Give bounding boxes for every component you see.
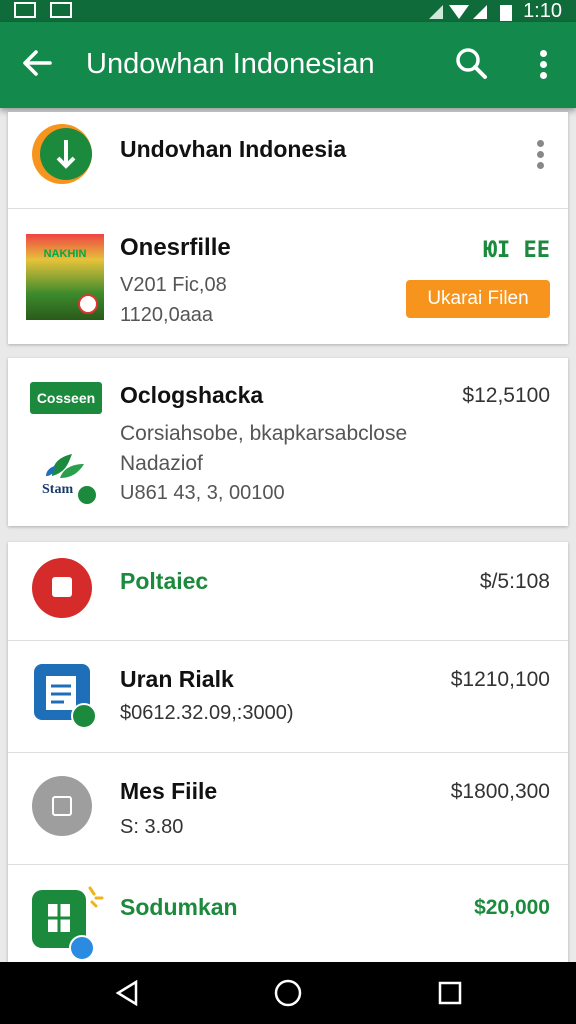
- battery-icon: [500, 4, 513, 21]
- item-desc1: Corsiahsobe, bkapkarsabclose: [120, 422, 408, 445]
- row-more-button[interactable]: [536, 136, 544, 169]
- page-title: Undowhan Indonesian: [86, 48, 375, 80]
- list-item-name: Sodumkan: [120, 894, 238, 920]
- app-header-row[interactable]: Undovhan Indonesia: [8, 112, 568, 209]
- file-list: Poltaiec $/5:108 Uran Rialk $1210,100 $0…: [8, 542, 568, 982]
- featured-thumbnail: NAKHIN: [26, 234, 104, 320]
- navigation-bar: [0, 962, 576, 1024]
- list-item-price: $20,000: [474, 896, 550, 919]
- app-bar: Undowhan Indonesian: [0, 22, 576, 108]
- thumbnail-badge-icon: [78, 294, 98, 314]
- list-item-sub: $0612.32.09,:3000): [120, 702, 294, 724]
- nav-back-icon[interactable]: [110, 976, 144, 1010]
- featured-name: Onesrfille: [120, 234, 231, 261]
- list-item-price: $1800,300: [450, 780, 550, 803]
- image-icon: [14, 2, 36, 18]
- music-icon: [32, 776, 92, 836]
- app-logo-icon: [32, 124, 92, 184]
- app-name: Undovhan Indonesia: [120, 136, 347, 162]
- list-item[interactable]: Poltaiec $/5:108: [8, 542, 568, 641]
- item-desc2: Nadaziof: [120, 452, 203, 475]
- leaf-icon: [46, 454, 84, 478]
- list-item-name: Mes Fiile: [120, 778, 218, 804]
- document-icon: [34, 664, 97, 729]
- list-item[interactable]: Uran Rialk $1210,100 $0612.32.09,:3000): [8, 640, 568, 753]
- item-desc3: U861 43, 3, 00100: [120, 482, 285, 504]
- item-name: Oclogshacka: [120, 382, 264, 408]
- nav-home-icon[interactable]: [271, 976, 305, 1010]
- back-button[interactable]: [20, 46, 56, 82]
- search-button[interactable]: [452, 44, 492, 84]
- list-item-price: $1210,100: [450, 668, 550, 691]
- gallery-icon: [50, 2, 72, 18]
- status-time: 1:10: [523, 0, 562, 22]
- arrow-left-icon: [23, 50, 52, 76]
- spreadsheet-icon: [32, 886, 104, 961]
- app-header-card: Undovhan Indonesia NAKHIN Onesrfille V20…: [8, 112, 568, 344]
- list-item[interactable]: Mes Fiile $1800,300 S: 3.80: [8, 752, 568, 865]
- nav-recents-icon[interactable]: [433, 976, 467, 1010]
- featured-action-button[interactable]: Ukarai Filen: [406, 280, 550, 318]
- thumbnail-text: NAKHIN: [43, 248, 87, 260]
- video-icon: [32, 558, 92, 618]
- list-item-name: Uran Rialk: [120, 666, 234, 692]
- more-options-button[interactable]: [530, 46, 556, 86]
- featured-badge: ЮІ ЕЕ: [483, 238, 550, 263]
- featured-row[interactable]: NAKHIN Onesrfille V201 Fic,08 1120,0aaa …: [8, 208, 568, 344]
- check-icon: [76, 484, 98, 506]
- signal-icon: [429, 4, 488, 19]
- list-item-name: Poltaiec: [120, 568, 209, 594]
- list-item-sub: S: 3.80: [120, 816, 184, 838]
- item-card[interactable]: Cosseen Stam Oclogshacka $12,5100 Corsia…: [8, 358, 568, 526]
- search-icon: [456, 48, 487, 79]
- featured-line2: 1120,0aaa: [120, 304, 214, 326]
- list-item-price: $/5:108: [479, 570, 550, 593]
- item-badge: Cosseen: [30, 382, 102, 414]
- status-bar: 1:10: [0, 0, 576, 22]
- item-price: $12,5100: [462, 384, 550, 407]
- featured-line1: V201 Fic,08: [120, 274, 227, 296]
- item-small-label: Stam: [42, 482, 74, 497]
